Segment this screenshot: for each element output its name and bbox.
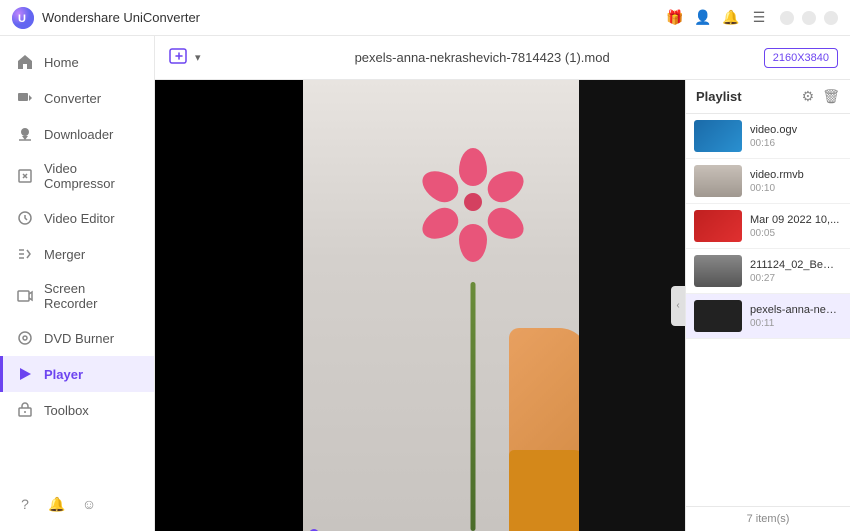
flower-head <box>438 167 508 237</box>
playlist-thumb-2 <box>694 165 742 197</box>
window-controls: ─ □ ✕ <box>780 11 838 25</box>
add-file-chevron-icon: ▾ <box>195 51 201 64</box>
playlist-item-name-1: video.ogv <box>750 124 840 136</box>
video-black-left <box>155 80 314 531</box>
add-file-button[interactable]: ▾ <box>167 46 201 70</box>
playlist-footer: 7 item(s) <box>686 506 850 531</box>
gift-icon[interactable]: 🎁 <box>666 9 684 27</box>
user-icon[interactable]: 👤 <box>694 9 712 27</box>
playlist-panel: Playlist ⚙ 🗑 video.ogv 00:16 <box>685 80 850 531</box>
converter-icon <box>16 89 34 107</box>
toolbox-icon <box>16 401 34 419</box>
compress-icon <box>16 167 34 185</box>
video-player: ‹ ⏮ ▶ ⏭ ■ 00:03/00:11 🔊 <box>155 80 685 531</box>
playlist-clear-icon[interactable]: 🗑 <box>822 88 840 105</box>
close-button[interactable]: ✕ <box>824 11 838 25</box>
alert-icon[interactable]: 🔔 <box>48 495 66 513</box>
hand-sleeve <box>509 450 579 531</box>
titlebar: U Wondershare UniConverter 🎁 👤 🔔 ☰ ─ □ ✕ <box>0 0 850 36</box>
playlist-item-info-4: 211124_02_Beau... 00:27 <box>750 259 842 284</box>
playlist-count: 7 item(s) <box>747 513 790 525</box>
downloader-icon <box>16 125 34 143</box>
sidebar-item-downloader[interactable]: Downloader <box>0 116 154 152</box>
playlist-thumb-1 <box>694 120 742 152</box>
sidebar: Home Converter Downloader Video Compress… <box>0 36 155 531</box>
sidebar-item-video-editor[interactable]: Video Editor <box>0 200 154 236</box>
sidebar-item-converter[interactable]: Converter <box>0 80 154 116</box>
playlist-item-info-3: Mar 09 2022 10,... 00:05 <box>750 214 842 239</box>
petal-2 <box>483 164 530 207</box>
maximize-button[interactable]: □ <box>802 11 816 25</box>
playlist-item-2[interactable]: video.rmvb 00:10 <box>686 159 850 204</box>
playlist-item-duration-5: 00:11 <box>750 318 842 329</box>
playlist-item-duration-3: 00:05 <box>750 228 842 239</box>
playlist-thumb-5 <box>694 300 742 332</box>
notification-bell-icon[interactable]: 🔔 <box>722 9 740 27</box>
playlist-thumb-4 <box>694 255 742 287</box>
app-title: Wondershare UniConverter <box>42 10 666 25</box>
feedback-icon[interactable]: ☺ <box>80 495 98 513</box>
playlist-item-name-3: Mar 09 2022 10,... <box>750 214 840 226</box>
video-visible-area <box>303 80 579 531</box>
content-area: ▾ pexels-anna-nekrashevich-7814423 (1).m… <box>155 36 850 531</box>
playlist-header: Playlist ⚙ 🗑 <box>686 80 850 114</box>
merger-icon <box>16 245 34 263</box>
player-icon <box>16 365 34 383</box>
sidebar-item-screen-recorder[interactable]: Screen Recorder <box>0 272 154 320</box>
playlist-item-name-5: pexels-anna-nek... <box>750 304 840 316</box>
flower-stem <box>471 282 476 531</box>
player-section: ‹ ⏮ ▶ ⏭ ■ 00:03/00:11 🔊 <box>155 80 850 531</box>
video-content <box>155 80 685 531</box>
playlist-thumb-3 <box>694 210 742 242</box>
hamburger-menu-icon[interactable]: ☰ <box>750 9 768 27</box>
main-layout: Home Converter Downloader Video Compress… <box>0 36 850 531</box>
petal-5 <box>417 202 464 245</box>
playlist-item-name-4: 211124_02_Beau... <box>750 259 840 271</box>
svg-text:U: U <box>18 13 26 25</box>
playlist-item-info-5: pexels-anna-nek... 00:11 <box>750 304 842 329</box>
video-black-right <box>579 80 685 531</box>
collapse-panel-button[interactable]: ‹ <box>671 286 685 326</box>
playlist-item-duration-1: 00:16 <box>750 138 842 149</box>
playlist-item-info-1: video.ogv 00:16 <box>750 124 842 149</box>
recorder-icon <box>16 287 34 305</box>
playlist-item-name-2: video.rmvb <box>750 169 840 181</box>
sidebar-item-video-compressor[interactable]: Video Compressor <box>0 152 154 200</box>
sidebar-item-toolbox[interactable]: Toolbox <box>0 392 154 428</box>
filename-display: pexels-anna-nekrashevich-7814423 (1).mod <box>209 50 756 65</box>
playlist-item-duration-2: 00:10 <box>750 183 842 194</box>
home-icon <box>16 53 34 71</box>
dvd-icon <box>16 329 34 347</box>
sidebar-item-player[interactable]: Player <box>0 356 154 392</box>
hand-visual <box>509 328 579 531</box>
playlist-header-icons: ⚙ 🗑 <box>802 88 840 105</box>
playlist-item[interactable]: video.ogv 00:16 <box>686 114 850 159</box>
playlist-item-5[interactable]: pexels-anna-nek... 00:11 <box>686 294 850 339</box>
editor-icon <box>16 209 34 227</box>
playlist-settings-icon[interactable]: ⚙ <box>802 88 815 105</box>
playlist-items: video.ogv 00:16 video.rmvb 00:10 <box>686 114 850 506</box>
app-logo: U <box>12 7 34 29</box>
petal-1 <box>459 148 487 186</box>
petal-6 <box>417 164 464 207</box>
playlist-item-info-2: video.rmvb 00:10 <box>750 169 842 194</box>
resolution-badge[interactable]: 2160X3840 <box>764 48 838 68</box>
sidebar-item-home[interactable]: Home <box>0 44 154 80</box>
playlist-item-4[interactable]: 211124_02_Beau... 00:27 <box>686 249 850 294</box>
titlebar-action-icons: 🎁 👤 🔔 ☰ <box>666 9 768 27</box>
sidebar-bottom: ? 🔔 ☺ <box>0 485 154 523</box>
help-icon[interactable]: ? <box>16 495 34 513</box>
flower-center <box>464 193 482 211</box>
playlist-item-duration-4: 00:27 <box>750 273 842 284</box>
sidebar-item-merger[interactable]: Merger <box>0 236 154 272</box>
minimize-button[interactable]: ─ <box>780 11 794 25</box>
player-topbar: ▾ pexels-anna-nekrashevich-7814423 (1).m… <box>155 36 850 80</box>
petal-4 <box>459 224 487 262</box>
sidebar-item-dvd-burner[interactable]: DVD Burner <box>0 320 154 356</box>
playlist-title: Playlist <box>696 89 742 104</box>
petal-3 <box>483 202 530 245</box>
playlist-item-3[interactable]: Mar 09 2022 10,... 00:05 <box>686 204 850 249</box>
